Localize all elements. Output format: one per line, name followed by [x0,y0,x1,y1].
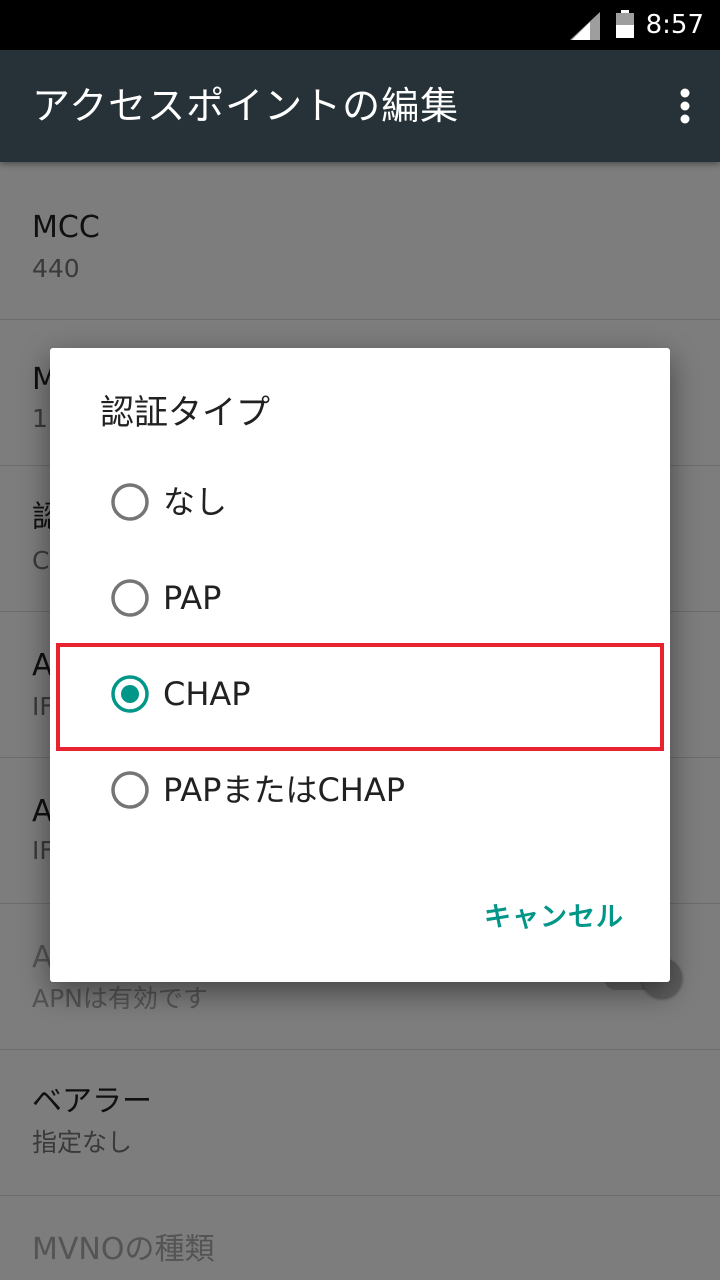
selection-highlight-box [56,643,664,751]
option-none[interactable]: なし [50,454,670,550]
battery-icon [616,10,634,38]
status-time: 8:57 [645,10,704,40]
page-title: アクセスポイントの編集 [32,84,460,128]
dialog-title: 認証タイプ [100,393,270,433]
app-bar: アクセスポイントの編集 [0,50,720,162]
cancel-button[interactable]: キャンセル [484,894,624,942]
option-pap[interactable]: PAP [50,550,670,646]
signal-icon [570,12,600,40]
option-label: PAPまたはCHAP [163,771,406,809]
more-vert-icon[interactable] [680,88,690,124]
option-pap-or-chap[interactable]: PAPまたはCHAP [50,742,670,838]
status-bar: 8:57 [0,0,720,50]
radio-unchecked-icon[interactable] [110,482,150,522]
radio-unchecked-icon[interactable] [110,578,150,618]
option-label: PAP [163,579,222,617]
radio-unchecked-icon[interactable] [110,770,150,810]
option-label: なし [163,483,228,521]
